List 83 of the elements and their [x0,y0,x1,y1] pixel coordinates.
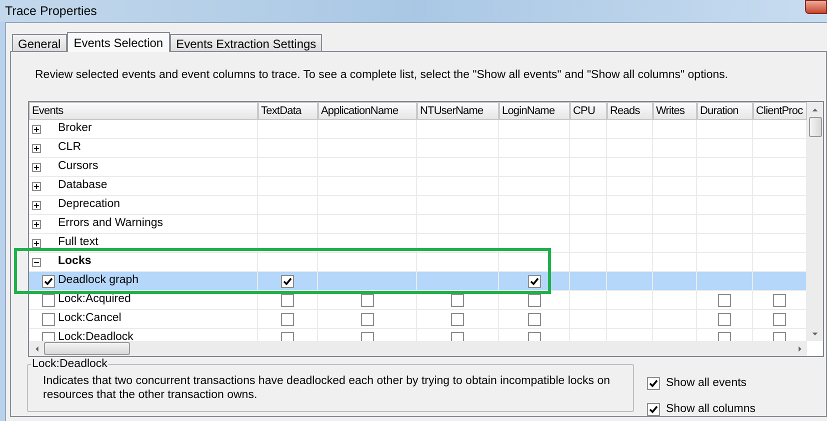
expand-icon[interactable] [32,220,41,228]
close-button[interactable] [805,0,827,14]
expand-icon[interactable] [32,124,41,134]
event-label: Lock:Cancel [58,311,122,326]
column-header[interactable]: NTUserName [417,102,499,120]
category-label: Database [58,178,108,194]
column-header[interactable]: CPU [570,102,607,120]
checkbox[interactable] [451,294,464,306]
checkbox[interactable] [647,377,660,390]
checkbox[interactable] [42,312,55,326]
event-row[interactable]: Deadlock graph [29,272,807,291]
description-text: Indicates that two concurrent transactions have deadlocked each other by trying to obtain incompatible locks on resources that the other transaction owns. [43,374,612,402]
checkbox[interactable] [42,294,55,306]
checkbox[interactable] [360,294,374,306]
event-row[interactable]: Errors and Warnings [29,215,807,234]
column-header[interactable]: LoginName [499,102,570,120]
column-header[interactable]: Reads [607,102,653,120]
event-label: Lock:Deadlock [58,330,134,342]
event-row[interactable]: Lock:Acquired [29,291,807,310]
event-row[interactable]: Database [29,177,807,196]
checkbox[interactable] [528,294,540,306]
checkbox[interactable] [281,274,294,288]
checkbox[interactable] [42,332,55,342]
column-header[interactable]: TextData [258,102,318,120]
expand-icon[interactable] [32,144,41,152]
scroll-right-icon[interactable] [798,346,802,352]
expand-icon[interactable] [32,238,41,248]
checkbox[interactable] [718,332,731,342]
collapse-icon[interactable] [32,258,41,266]
category-label: CLR [58,140,82,156]
checkbox[interactable] [451,312,464,326]
checkbox[interactable] [528,312,540,326]
category-label: Deprecation [58,197,120,212]
scroll-left-icon[interactable] [34,346,38,352]
checkbox[interactable] [281,332,294,342]
horizontal-scrollbar[interactable] [29,341,807,356]
checkbox[interactable] [528,274,540,288]
tab[interactable]: Events Extraction Settings [170,34,322,51]
option-label: Show all events [666,376,747,391]
scroll-thumb[interactable] [808,117,822,137]
column-header[interactable]: Writes [653,102,697,120]
category-label: Locks [58,254,92,270]
scroll-down-icon[interactable] [812,332,818,336]
scroll-up-icon[interactable] [812,108,818,112]
column-header[interactable]: ClientProc [753,102,807,120]
event-label: Deadlock graph [58,273,139,288]
event-row[interactable]: Cursors [29,158,807,177]
category-label: Errors and Warnings [58,216,164,232]
checkbox[interactable] [42,274,55,288]
checkbox[interactable] [281,312,294,326]
expand-icon[interactable] [32,200,41,210]
vertical-scrollbar[interactable] [807,102,823,341]
event-label: Lock:Acquired [58,292,131,308]
option-label: Show all columns [666,402,756,418]
column-header[interactable]: ApplicationName [318,102,417,120]
checkbox[interactable] [647,403,660,416]
checkbox[interactable] [281,294,294,306]
checkbox[interactable] [773,312,786,326]
event-row[interactable]: Full text [29,234,807,253]
checkbox[interactable] [360,312,374,326]
tab[interactable]: General [12,34,67,51]
window-title: Trace Properties [5,2,97,20]
expand-icon[interactable] [32,162,41,172]
checkbox[interactable] [773,294,786,306]
category-label: Broker [58,121,92,136]
tab[interactable]: Events Selection [66,32,170,52]
column-header[interactable]: Events [29,102,258,120]
checkbox[interactable] [773,332,786,342]
category-label: Full text [58,235,98,250]
scroll-thumb[interactable] [44,342,130,355]
instructions-text: Review selected events and event columns to trace. To see a complete list, select the "Show all events" and "Show all columns" options. [35,68,728,83]
category-label: Cursors [58,159,98,174]
checkbox[interactable] [528,332,540,342]
checkbox[interactable] [718,312,731,326]
checkbox[interactable] [718,294,731,306]
column-header[interactable]: Duration [697,102,753,120]
event-row[interactable]: CLR [29,139,807,158]
expand-icon[interactable] [32,182,41,190]
checkbox[interactable] [451,332,464,342]
event-row[interactable]: Lock:Cancel [29,310,807,329]
event-row[interactable]: Broker [29,120,807,139]
event-row[interactable]: Deprecation [29,196,807,215]
checkbox[interactable] [360,332,374,342]
